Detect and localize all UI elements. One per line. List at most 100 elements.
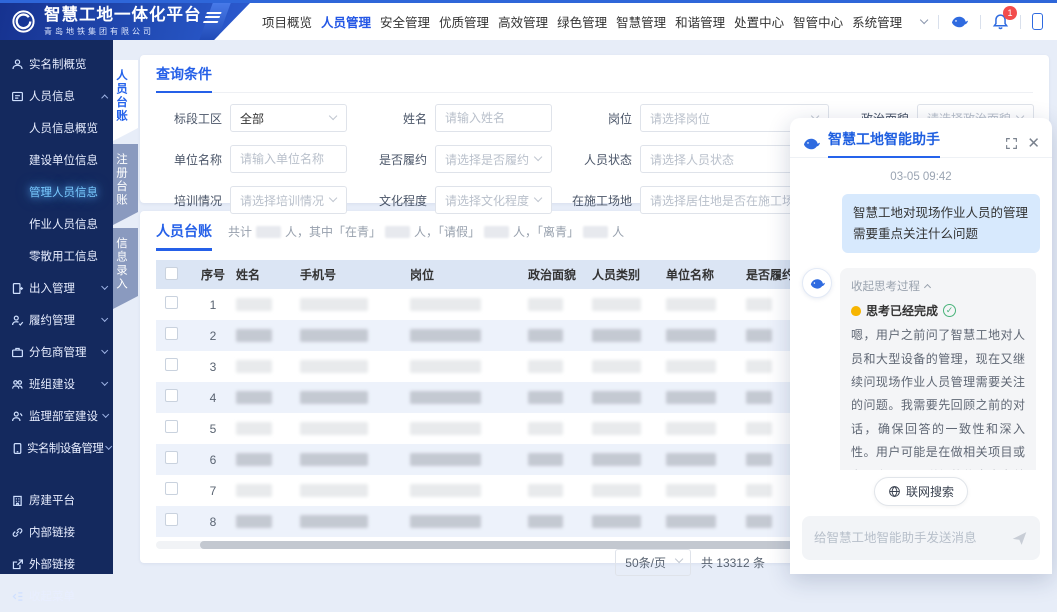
brand-logo: 智慧工地一体化平台 青岛地铁集团有限公司 (0, 3, 250, 40)
redacted-cell (666, 515, 716, 528)
globe-icon (888, 485, 901, 498)
sidebar-item-subcontractor-management[interactable]: 分包商管理 (0, 336, 113, 368)
people-icon (11, 410, 24, 423)
row-checkbox[interactable] (165, 451, 178, 464)
sidebar-item-worker-info[interactable]: 作业人员信息 (0, 208, 113, 240)
sidebar-item-personnel-overview[interactable]: 人员信息概览 (0, 112, 113, 144)
vtab-info-entry[interactable]: 信息录入 (113, 228, 138, 309)
redacted-cell (592, 453, 641, 466)
redacted-cell (528, 298, 563, 311)
redacted-cell (592, 391, 641, 404)
collapse-thinking-toggle[interactable]: 收起思考过程 (851, 278, 1025, 294)
row-checkbox[interactable] (165, 420, 178, 433)
nav-item-smart-center[interactable]: 智管中心 (793, 12, 843, 31)
redacted-cell (410, 298, 481, 311)
web-search-button[interactable]: 联网搜索 (874, 477, 968, 506)
redacted-cell (592, 298, 641, 311)
redacted-cell (300, 453, 368, 466)
redacted-cell (746, 515, 772, 528)
expand-icon[interactable] (1005, 137, 1018, 150)
row-checkbox[interactable] (165, 389, 178, 402)
vtab-registration-ledger[interactable]: 注册台账 (113, 144, 138, 225)
sidebar-item-realname-overview[interactable]: 实名制概览 (0, 48, 113, 80)
nav-item-safety[interactable]: 安全管理 (380, 12, 430, 31)
whale-assistant-icon[interactable] (950, 13, 969, 30)
filter-label-education: 文化程度 (361, 192, 427, 209)
section-select[interactable]: 全部 (230, 104, 347, 132)
sidebar-spacer (0, 464, 113, 484)
nav-item-quality[interactable]: 优质管理 (439, 12, 489, 31)
redacted-cell (746, 484, 772, 497)
metro-ring-icon (10, 8, 37, 35)
row-checkbox[interactable] (165, 327, 178, 340)
nav-item-smart[interactable]: 智慧管理 (616, 12, 666, 31)
redacted-cell (746, 391, 772, 404)
sidebar-item-collapse-menu[interactable]: 收起菜单 (0, 580, 113, 612)
person-check-icon (11, 314, 24, 327)
row-checkbox[interactable] (165, 296, 178, 309)
chevron-down-icon[interactable] (920, 16, 929, 25)
sidebar-item-team-building[interactable]: 班组建设 (0, 368, 113, 400)
unit-name-input[interactable] (240, 152, 324, 166)
nav-item-personnel[interactable]: 人员管理 (321, 12, 371, 31)
nav-item-efficiency[interactable]: 高效管理 (498, 12, 548, 31)
filter-label-section: 标段工区 (156, 110, 222, 127)
filter-label-name: 姓名 (361, 110, 427, 127)
sidebar-item-access-management[interactable]: 出入管理 (0, 272, 113, 304)
sidebar-item-performance-management[interactable]: 履约管理 (0, 304, 113, 336)
sidebar-item-internal-links[interactable]: 内部链接 (0, 516, 113, 548)
redacted-cell (746, 422, 772, 435)
redacted-count (484, 226, 509, 238)
chevron-down-icon (102, 411, 110, 419)
name-input[interactable] (445, 111, 529, 125)
row-index: 7 (190, 484, 236, 498)
select-all-checkbox[interactable] (165, 267, 178, 280)
performance-select[interactable]: 请选择是否履约 (435, 145, 552, 173)
mobile-icon[interactable] (1032, 13, 1043, 30)
filter-label-on-site: 在施工场地 (566, 192, 632, 209)
chevron-down-icon (534, 194, 543, 203)
redacted-cell (528, 484, 563, 497)
row-index: 4 (190, 391, 236, 405)
page-size-select[interactable]: 50条/页 (615, 549, 691, 576)
device-icon (11, 442, 24, 455)
sidebar-item-supervision-dept-building[interactable]: 监理部室建设 (0, 400, 113, 432)
filter-label-post: 岗位 (566, 110, 632, 127)
nav-item-disposal-center[interactable]: 处置中心 (734, 12, 784, 31)
redacted-cell (666, 298, 716, 311)
redacted-cell (746, 360, 772, 373)
chevron-down-icon (329, 194, 338, 203)
redacted-cell (528, 329, 563, 342)
training-select[interactable]: 请选择培训情况 (230, 186, 347, 214)
sidebar-item-management-personnel-info[interactable]: 管理人员信息 (0, 176, 113, 208)
assistant-message-input[interactable] (814, 531, 1011, 545)
sidebar-item-housing-platform[interactable]: 房建平台 (0, 484, 113, 516)
redacted-cell (410, 391, 481, 404)
ledger-tab[interactable]: 人员台账 (156, 221, 212, 251)
filter-label-training: 培训情况 (156, 192, 222, 209)
bell-icon[interactable]: 1 (992, 13, 1009, 30)
row-checkbox[interactable] (165, 513, 178, 526)
vtab-personnel-ledger[interactable]: 人员台账 (113, 60, 138, 141)
nav-item-green[interactable]: 绿色管理 (557, 12, 607, 31)
close-icon[interactable]: ✕ (1027, 136, 1040, 151)
nav-item-harmony[interactable]: 和谐管理 (675, 12, 725, 31)
sidebar-item-personnel-info[interactable]: 人员信息 (0, 80, 113, 112)
redacted-cell (300, 298, 368, 311)
nav-item-system[interactable]: 系统管理 (852, 12, 902, 31)
row-checkbox[interactable] (165, 482, 178, 495)
link-icon (11, 526, 24, 539)
education-select[interactable]: 请选择文化程度 (435, 186, 552, 214)
nav-item-project-overview[interactable]: 项目概览 (262, 12, 312, 31)
chevron-down-icon (101, 379, 109, 387)
redacted-cell (410, 484, 481, 497)
assistant-header: 智慧工地智能助手 ✕ (790, 118, 1052, 157)
sidebar-item-external-links[interactable]: 外部链接 (0, 548, 113, 580)
paper-plane-icon[interactable] (1011, 530, 1028, 547)
divider (938, 15, 939, 29)
row-checkbox[interactable] (165, 358, 178, 371)
sidebar-item-casual-labor-info[interactable]: 零散用工信息 (0, 240, 113, 272)
sidebar-item-construction-unit-info[interactable]: 建设单位信息 (0, 144, 113, 176)
col-phone: 手机号 (300, 266, 410, 283)
sidebar-item-realname-device-management[interactable]: 实名制设备管理 (0, 432, 113, 464)
